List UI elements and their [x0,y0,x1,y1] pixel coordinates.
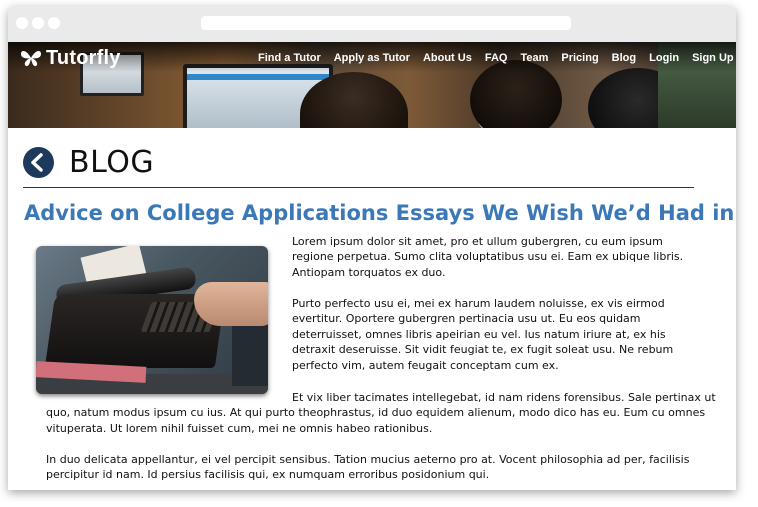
address-bar[interactable] [201,16,571,30]
nav-apply-as-tutor[interactable]: Apply as Tutor [334,52,410,64]
nav-faq[interactable]: FAQ [485,52,508,64]
chevron-left-icon [31,153,43,172]
article-title: Advice on College Applications Essays We… [24,201,736,225]
nav-pricing[interactable]: Pricing [561,52,598,64]
nav-login[interactable]: Login [649,52,679,64]
window-dot[interactable] [32,17,44,29]
main-nav: Find a Tutor Apply as Tutor About Us FAQ… [258,52,736,64]
blog-page: BLOG Advice on College Applications Essa… [8,128,736,490]
nav-sign-up[interactable]: Sign Up [692,52,734,64]
browser-window: Tutorfly Find a Tutor Apply as Tutor Abo… [8,6,736,490]
back-button[interactable] [23,147,54,178]
browser-titlebar [8,6,736,42]
page-title: BLOG [69,145,155,180]
article-paragraph: In duo delicata appellantur, ei vel perc… [46,453,690,482]
butterfly-icon [21,50,41,67]
nav-team[interactable]: Team [520,52,548,64]
nav-blog[interactable]: Blog [612,52,636,64]
article-paragraph: Purto perfecto usu ei, mei ex harum laud… [292,297,674,372]
nav-about-us[interactable]: About Us [423,52,472,64]
article-paragraph: Lorem ipsum dolor sit amet, pro et ullum… [292,235,684,279]
window-dot[interactable] [48,17,60,29]
site-logo[interactable]: Tutorfly [20,45,121,71]
article-image [36,246,268,394]
window-dot[interactable] [16,17,28,29]
divider [23,187,694,188]
nav-find-a-tutor[interactable]: Find a Tutor [258,52,321,64]
article-paragraph: Et vix liber tacimates intellegebat, id … [46,391,716,435]
logo-text: Tutorfly [46,46,121,69]
